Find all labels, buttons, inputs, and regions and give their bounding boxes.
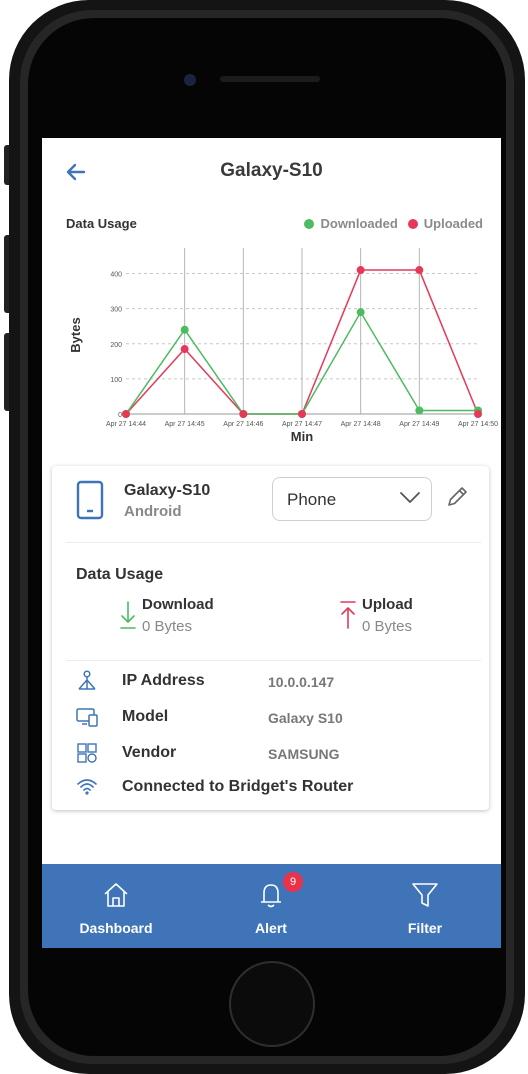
- legend-dot-uploaded: [407, 218, 418, 229]
- nav-alert[interactable]: 9 Alert: [211, 872, 331, 944]
- bell-icon: [261, 884, 281, 908]
- filter-icon: [412, 883, 438, 907]
- data-point-uploaded: [356, 266, 365, 275]
- device-card: Galaxy-S10 Android Phone Data Usage Down…: [52, 466, 489, 810]
- home-icon: [104, 883, 128, 907]
- nav-dashboard[interactable]: Dashboard: [56, 874, 176, 944]
- x-tick-label: Apr 27 14:48: [341, 421, 381, 428]
- device-type-value: Phone: [287, 490, 337, 509]
- data-point-downloaded: [415, 406, 424, 415]
- wifi-icon: [77, 779, 97, 795]
- x-tick-label: Apr 27 14:44: [106, 421, 146, 428]
- data-point-downloaded: [180, 325, 189, 334]
- chart-svg: 0 100 200 300 400 Apr 27 14:44 Apr 27 14:45 Apr…: [68, 248, 498, 444]
- y-axis-label: Bytes: [68, 317, 83, 352]
- device-type-select[interactable]: Phone: [272, 477, 432, 521]
- download-value: 0 Bytes: [142, 618, 193, 635]
- usage-title: Data Usage: [76, 566, 164, 583]
- legend-downloaded[interactable]: Downloaded: [304, 216, 398, 231]
- data-point-uploaded: [122, 410, 130, 418]
- device-os: Android: [124, 503, 182, 520]
- divider: [66, 660, 481, 661]
- ip-row: IP Address 10.0.0.147: [72, 668, 479, 698]
- x-tick-label: Apr 27 14:46: [223, 421, 263, 428]
- network-icon: [78, 670, 96, 690]
- nav-alert-label: Alert: [255, 920, 287, 936]
- data-point-downloaded: [356, 308, 365, 317]
- connection-row: Connected to Bridget's Router: [72, 774, 479, 804]
- x-tick-label: Apr 27 14:47: [282, 421, 322, 428]
- y-tick-label: 300: [110, 307, 122, 314]
- ip-value: 10.0.0.147: [268, 674, 335, 690]
- vendor-label: Vendor: [122, 744, 177, 761]
- legend-label-uploaded: Uploaded: [423, 216, 483, 231]
- upload-value: 0 Bytes: [362, 618, 413, 635]
- model-value: Galaxy S10: [268, 710, 343, 726]
- connection-label: Connected to Bridget's Router: [122, 778, 354, 795]
- x-tick-label: Apr 27 14:50: [458, 421, 498, 428]
- top-bar: Galaxy-S10: [42, 138, 501, 208]
- chart-legend: Downloaded Uploaded: [304, 216, 483, 231]
- app-screen: Galaxy-S10 Data Usage Downloaded Uploade…: [42, 138, 501, 948]
- y-tick-label: 400: [110, 272, 122, 279]
- chevron-down-icon: [400, 492, 420, 503]
- data-point-uploaded: [298, 410, 306, 418]
- x-tick-label: Apr 27 14:45: [165, 421, 205, 428]
- y-tick-label: 100: [110, 377, 122, 384]
- bottom-nav: Dashboard 9 Alert Filter: [42, 864, 501, 948]
- page-title: Galaxy-S10: [220, 160, 323, 181]
- chart-header: Data Usage Downloaded Uploaded: [66, 216, 483, 236]
- nav-filter[interactable]: Filter: [365, 874, 485, 944]
- data-point-uploaded: [415, 266, 424, 275]
- nav-dashboard-label: Dashboard: [79, 920, 153, 936]
- download-arrow-icon: [120, 601, 136, 629]
- devices-icon: [76, 708, 98, 727]
- chart-title: Data Usage: [66, 216, 137, 231]
- download-usage: Download 0 Bytes: [120, 596, 250, 642]
- data-point-uploaded: [180, 345, 189, 354]
- vendor-row: Vendor SAMSUNG: [72, 740, 479, 770]
- data-point-uploaded: [239, 410, 248, 418]
- data-point-uploaded: [474, 410, 482, 418]
- y-tick-label: 0: [118, 412, 122, 419]
- alert-badge: 9: [283, 872, 303, 892]
- legend-dot-downloaded: [304, 218, 315, 229]
- download-label: Download: [142, 596, 214, 613]
- usage-chart: 0 100 200 300 400 Apr 27 14:44 Apr 27 14:45 Apr…: [60, 248, 501, 458]
- divider: [66, 542, 481, 543]
- model-row: Model Galaxy S10: [72, 704, 479, 734]
- y-tick-label: 200: [110, 342, 122, 349]
- vendor-value: SAMSUNG: [268, 746, 340, 762]
- upload-usage: Upload 0 Bytes: [340, 596, 470, 642]
- ip-label: IP Address: [122, 672, 205, 689]
- x-axis-label: Min: [291, 429, 313, 444]
- edit-pencil-icon[interactable]: [444, 484, 470, 510]
- legend-label-downloaded: Downloaded: [320, 216, 398, 231]
- upload-label: Upload: [362, 596, 413, 613]
- legend-uploaded[interactable]: Uploaded: [407, 216, 483, 231]
- model-label: Model: [122, 708, 169, 725]
- x-tick-label: Apr 27 14:49: [399, 421, 439, 428]
- nav-filter-label: Filter: [407, 920, 443, 936]
- upload-arrow-icon: [340, 601, 356, 629]
- device-name: Galaxy-S10: [124, 482, 211, 499]
- phone-icon: [76, 480, 104, 520]
- vendor-icon: [77, 743, 97, 763]
